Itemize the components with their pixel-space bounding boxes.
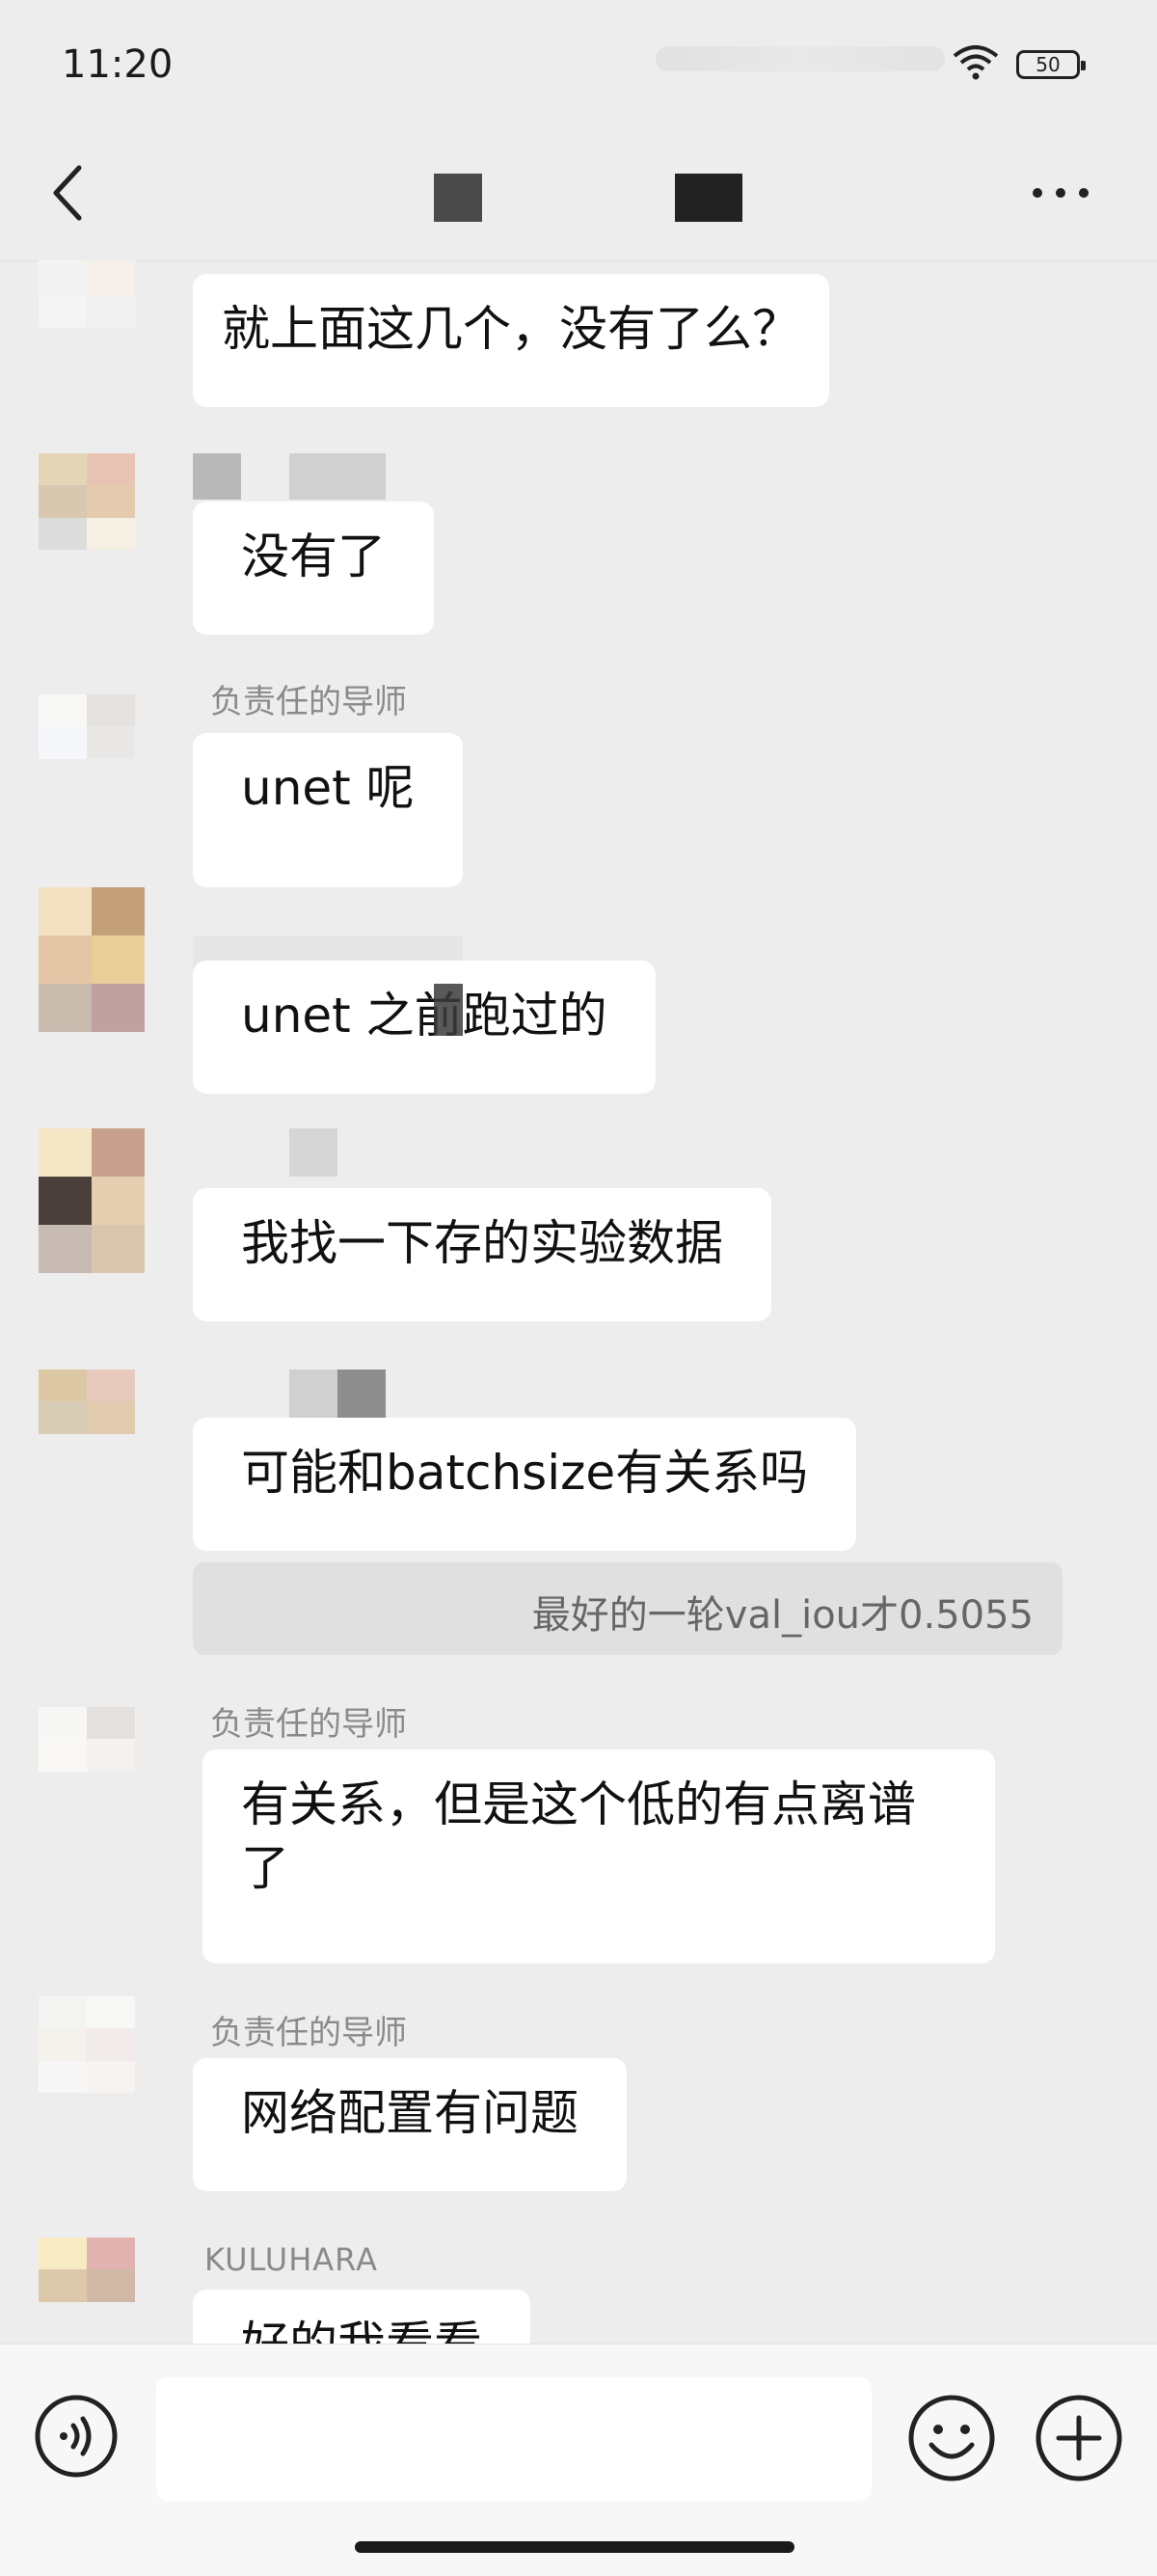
battery-icon: 50	[1016, 50, 1086, 79]
avatar[interactable]	[39, 694, 135, 791]
avatar[interactable]	[39, 453, 135, 550]
sender-name: KULUHARA	[204, 2241, 378, 2278]
message-text: 有关系，但是这个低的有点离谱了	[241, 1776, 916, 1896]
sender-name: 负责任的导师	[210, 683, 407, 721]
avatar[interactable]	[39, 2237, 135, 2334]
sender-name-blurred	[289, 453, 386, 500]
chat-header	[0, 125, 1157, 261]
avatar[interactable]	[39, 1707, 135, 1803]
message-bubble[interactable]: unet 之前跑过的	[193, 961, 656, 1094]
message-input[interactable]	[156, 2377, 872, 2501]
more-dots-icon[interactable]	[1022, 164, 1099, 222]
status-icons-blurred	[656, 46, 945, 71]
message-text: 我找一下存的实验数据	[241, 1215, 723, 1271]
avatar[interactable]	[39, 260, 135, 328]
home-indicator	[355, 2541, 794, 2553]
message-text: unet 之前跑过的	[241, 988, 607, 1044]
avatar[interactable]	[39, 1996, 135, 2093]
input-bar	[0, 2344, 1157, 2576]
message-bubble[interactable]: 就上面这几个，没有了么？	[193, 274, 829, 407]
sender-name-blurred	[289, 1369, 337, 1418]
avatar[interactable]	[39, 887, 145, 1032]
message-bubble[interactable]: 网络配置有问题	[193, 2058, 627, 2191]
sender-name-blurred	[337, 1369, 386, 1418]
message-bubble[interactable]: 可能和batchsize有关系吗	[193, 1418, 857, 1551]
sender-name-blurred	[289, 1128, 337, 1177]
title-redaction	[675, 174, 742, 222]
message-text: 好的我看看	[241, 2317, 482, 2344]
status-bar: 11:20 50	[0, 0, 1157, 125]
avatar[interactable]	[39, 1128, 145, 1273]
plus-icon[interactable]	[1034, 2393, 1124, 2483]
message-text: 就上面这几个，没有了么？	[222, 301, 800, 357]
sender-name: 负责任的导师	[210, 2014, 407, 2052]
status-time: 11:20	[62, 42, 174, 87]
voice-icon[interactable]	[33, 2393, 120, 2480]
message-bubble[interactable]: 有关系，但是这个低的有点离谱了	[202, 1749, 995, 1964]
message-text: 网络配置有问题	[241, 2085, 578, 2141]
message-bubble[interactable]: 我找一下存的实验数据	[193, 1188, 771, 1321]
quoted-text: 最好的一轮val_iou才0.5055	[531, 1593, 1034, 1638]
message-list[interactable]: 就上面这几个，没有了么？ 没有了 负责任的导师 unet 呢 unet 之前跑过…	[0, 260, 1157, 2344]
back-button[interactable]	[39, 154, 106, 231]
sender-name: 负责任的导师	[210, 1705, 407, 1744]
message-bubble[interactable]: 好的我看看	[193, 2290, 530, 2344]
title-redaction	[434, 174, 482, 222]
message-text: 没有了	[241, 529, 386, 584]
quoted-message[interactable]: 最好的一轮val_iou才0.5055	[193, 1562, 1063, 1655]
text-redaction	[434, 984, 463, 1036]
emoji-icon[interactable]	[906, 2393, 997, 2483]
message-bubble[interactable]: 没有了	[193, 502, 434, 635]
chat-title	[424, 164, 810, 222]
wifi-icon	[953, 45, 999, 80]
avatar[interactable]	[39, 1369, 135, 1466]
message-bubble[interactable]: unet 呢	[193, 733, 463, 887]
message-text: 可能和batchsize有关系吗	[241, 1445, 809, 1501]
sender-name-blurred	[193, 453, 241, 500]
message-text: unet 呢	[241, 760, 415, 816]
